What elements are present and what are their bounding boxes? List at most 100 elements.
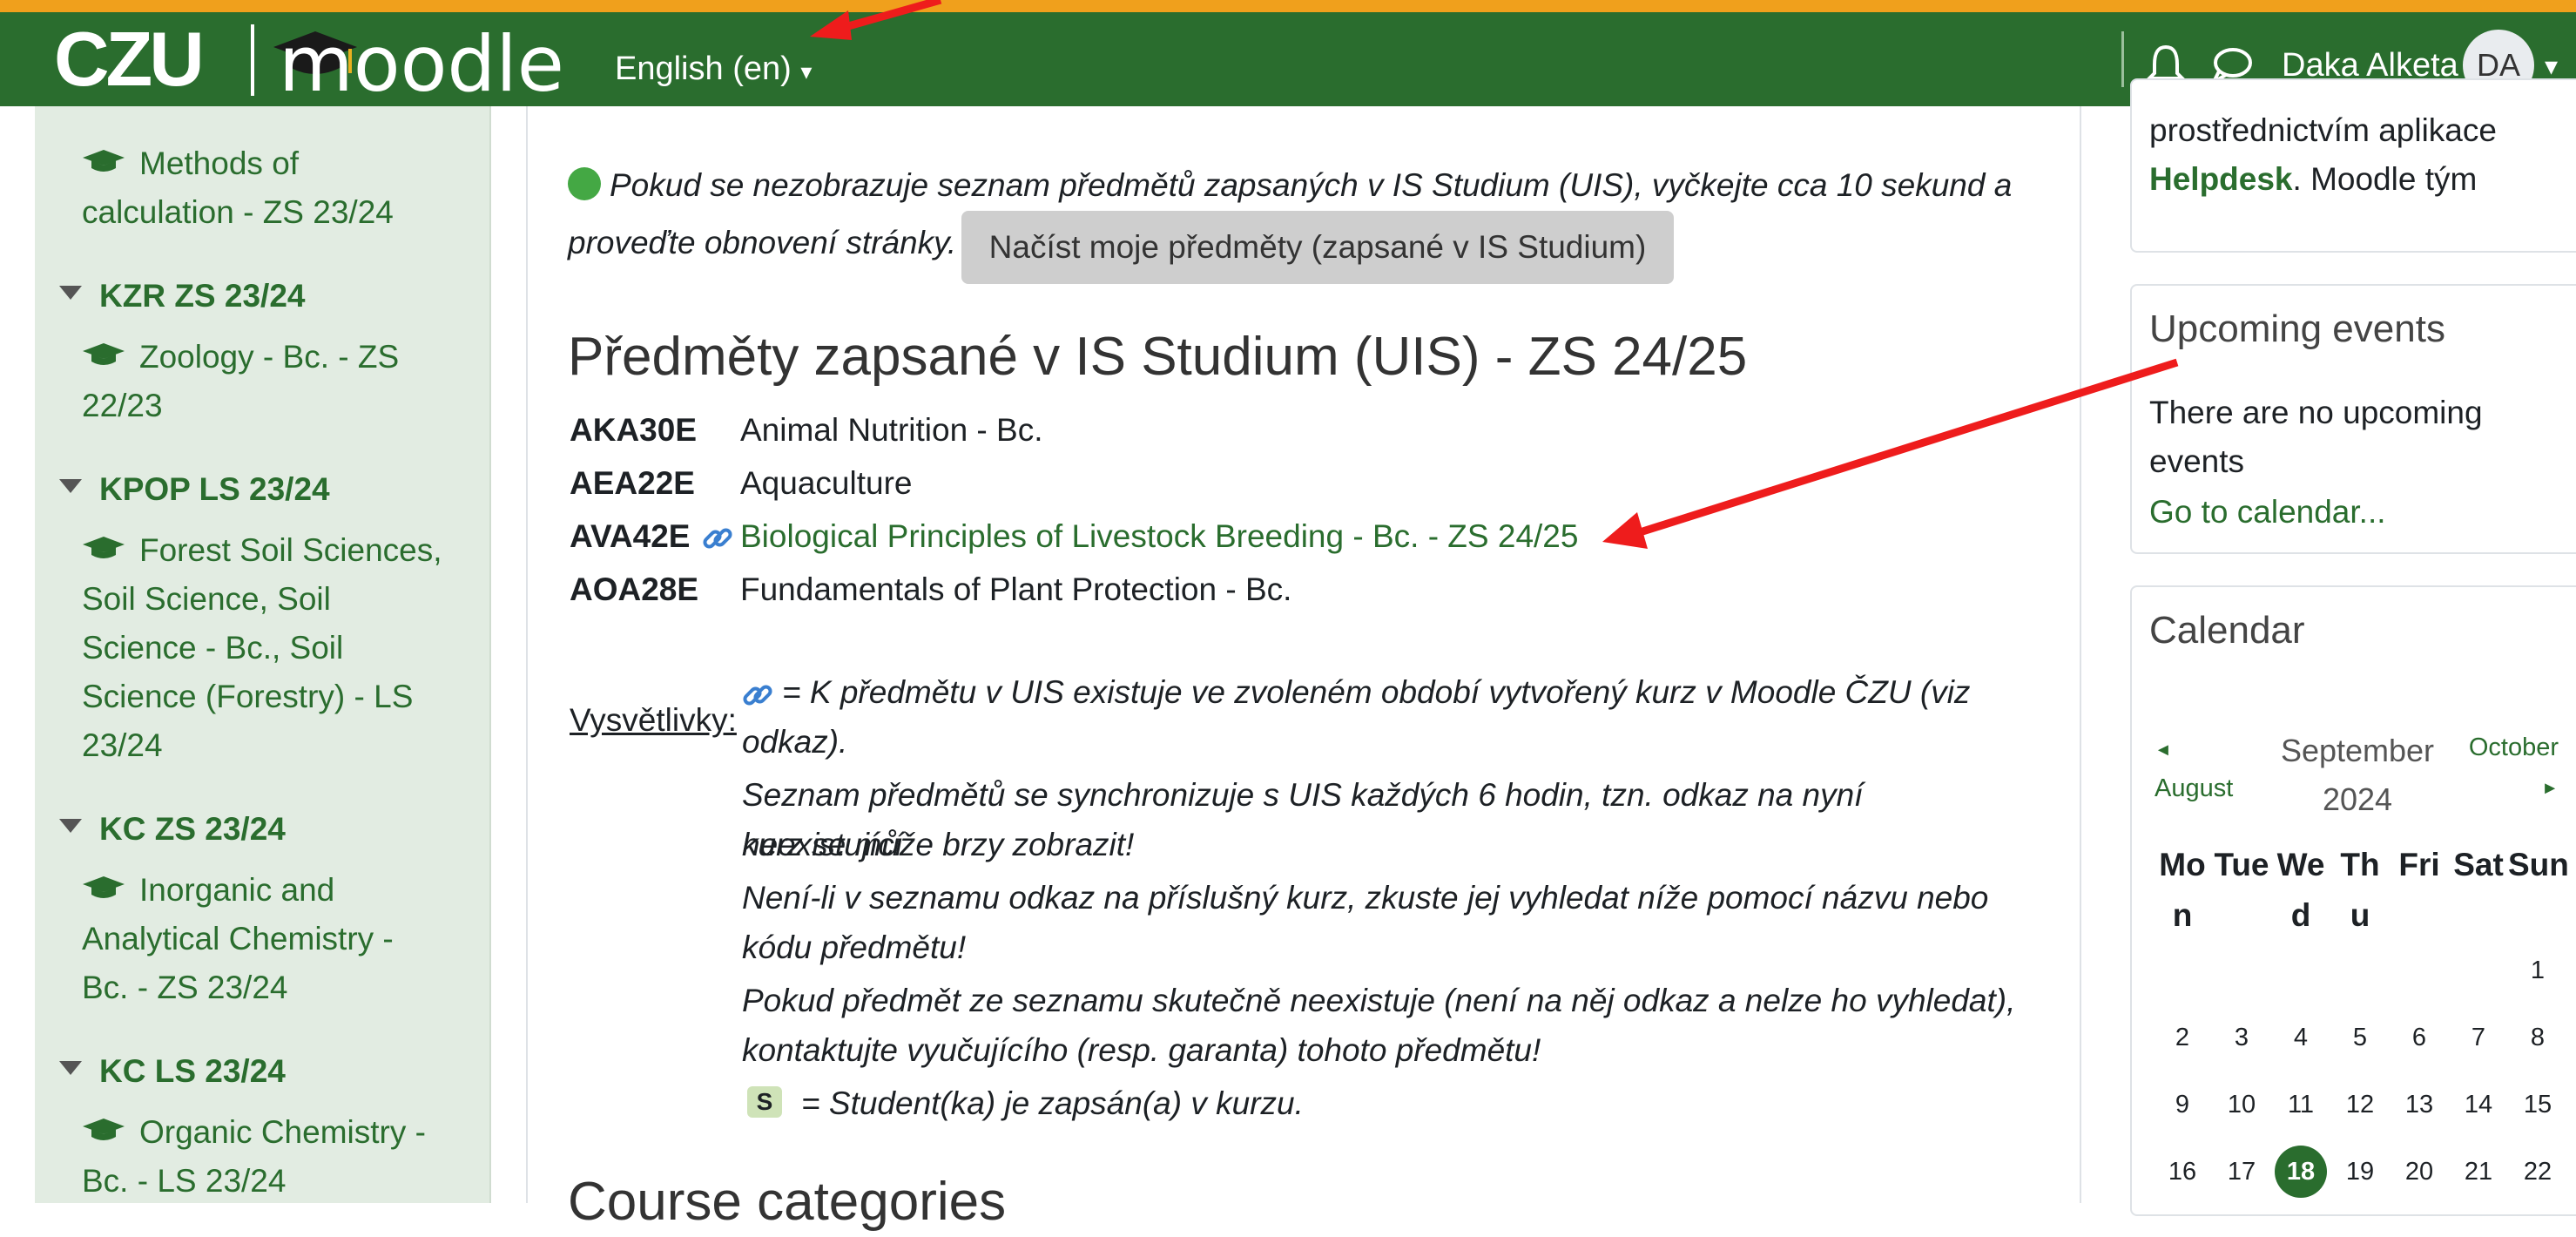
sidebar-course-link[interactable]: Zoology - Bc. - ZS 22/23: [82, 333, 482, 430]
sidebar-category-label: KC ZS 23/24: [99, 811, 286, 847]
weekday-label: Tue: [2214, 847, 2269, 882]
helpdesk-text: prostřednictvím aplikace Helpdesk. Moodl…: [2149, 106, 2497, 204]
legend-line: Není-li v seznamu odkaz na příslušný kur…: [742, 880, 1989, 916]
no-events-text: There are no upcoming events: [2149, 389, 2483, 486]
weekday-label: Th: [2340, 847, 2380, 882]
no-events-line-2: events: [2149, 443, 2245, 479]
load-courses-button[interactable]: Načíst moje předměty (zapsané v IS Studi…: [961, 211, 1674, 284]
calendar-day[interactable]: 12: [2334, 1078, 2386, 1131]
calendar-day[interactable]: 6: [2393, 1011, 2445, 1064]
course-link[interactable]: Biological Principles of Livestock Breed…: [740, 510, 1872, 563]
calendar-day[interactable]: 17: [2215, 1146, 2268, 1198]
moodle-logo[interactable]: moodle: [279, 21, 564, 108]
calendar-day[interactable]: 15: [2512, 1078, 2564, 1131]
top-accent-stripe: [0, 0, 2576, 12]
calendar-title: Calendar: [2149, 609, 2305, 652]
sidebar-category[interactable]: KC ZS 23/24: [59, 805, 286, 854]
czu-logo[interactable]: CZU: [54, 19, 205, 99]
go-to-calendar-link[interactable]: Go to calendar...: [2149, 488, 2386, 537]
calendar-day[interactable]: 16: [2156, 1146, 2208, 1198]
no-events-line-1: There are no upcoming: [2149, 395, 2483, 430]
sidebar-course-link[interactable]: Methods of calculation - ZS 23/24: [82, 139, 482, 237]
link-icon: [743, 685, 772, 706]
helpdesk-link[interactable]: Helpdesk: [2149, 161, 2293, 197]
course-row: AOA28E Fundamentals of Plant Protection -…: [570, 564, 2050, 616]
calendar-day[interactable]: 19: [2334, 1146, 2386, 1198]
course-row: AKA30E Animal Nutrition - Bc.: [570, 404, 2050, 456]
sidebar-course-label-line: 23/24: [82, 727, 163, 763]
expand-triangle-icon: [59, 286, 82, 301]
sidebar-course-label-line: 22/23: [82, 388, 163, 423]
legend-line: kódu předmětu!: [742, 929, 967, 965]
graduation-cap-icon: [83, 876, 125, 899]
calendar-weekday: We d: [2271, 840, 2330, 941]
next-month-label: October: [2468, 733, 2559, 761]
weekday-label: Mo: [2159, 847, 2206, 882]
language-menu[interactable]: English (en) ▾: [615, 30, 812, 111]
sidebar-course-link[interactable]: Forest Soil Sciences, Soil Science, Soil S…: [82, 526, 482, 770]
calendar-weekday: Fri: [2390, 840, 2449, 890]
legend-label: Vysvětlivky:: [570, 702, 737, 738]
course-name: Animal Nutrition - Bc.: [740, 412, 1043, 448]
calendar-day[interactable]: 1: [2512, 944, 2564, 997]
calendar-day[interactable]: 8: [2512, 1011, 2564, 1064]
calendar-day[interactable]: 5: [2334, 1011, 2386, 1064]
sidebar-course-label-line: Methods of: [139, 145, 300, 181]
sidebar-course-label-line: Forest Soil Sciences,: [139, 532, 442, 568]
calendar-day-today[interactable]: 18: [2275, 1146, 2327, 1198]
calendar-day[interactable]: 9: [2156, 1078, 2208, 1131]
calendar-day[interactable]: 11: [2275, 1078, 2327, 1131]
graduation-cap-icon: [83, 537, 125, 559]
legend-line: kurz se může brzy zobrazit!: [742, 827, 1135, 862]
language-label: English (en): [615, 51, 792, 87]
calendar-weekday: Tue: [2212, 840, 2271, 890]
expand-triangle-icon: [59, 1061, 82, 1076]
sidebar-course-label-line: Science (Forestry) - LS: [82, 679, 414, 714]
calendar-day[interactable]: 14: [2452, 1078, 2505, 1131]
calendar-day[interactable]: 13: [2393, 1078, 2445, 1131]
calendar-day[interactable]: 7: [2452, 1011, 2505, 1064]
current-month-name: September: [2280, 733, 2435, 768]
current-month: September 2024: [2264, 727, 2451, 824]
calendar-day[interactable]: 4: [2275, 1011, 2327, 1064]
sidebar-category[interactable]: KC LS 23/24: [59, 1047, 286, 1096]
enrolled-courses-title: Předměty zapsané v IS Studium (UIS) - ZS…: [568, 327, 1748, 387]
calendar-weekday: Mo n: [2153, 840, 2212, 941]
course-name: Fundamentals of Plant Protection - Bc.: [740, 571, 1292, 607]
course-row: AVA42E Biological Principles of Livestock…: [570, 510, 2050, 563]
current-year: 2024: [2322, 781, 2393, 817]
prev-arrow-icon: ◄: [2155, 740, 2172, 760]
sidebar-course-link[interactable]: Organic Chemistry - Bc. - LS 23/24: [82, 1108, 482, 1206]
calendar-day[interactable]: 3: [2215, 1011, 2268, 1064]
expand-triangle-icon: [59, 819, 82, 834]
check-circle-icon: [568, 167, 601, 201]
course-code: AOA28E: [570, 571, 699, 607]
sidebar-course-label-line: Zoology - Bc. - ZS: [139, 339, 400, 375]
calendar-day[interactable]: 21: [2452, 1146, 2505, 1198]
next-arrow-icon: ►: [2541, 779, 2559, 798]
s-legend-row: S = Student(ka) je zapsán(a) v kurzu.: [747, 1078, 2036, 1128]
sidebar-category-label: KZR ZS 23/24: [99, 278, 306, 314]
course-categories-title: Course categories: [568, 1172, 1007, 1232]
sidebar-category-label: KC LS 23/24: [99, 1053, 286, 1089]
legend-line: odkaz).: [742, 724, 848, 760]
logo-divider: [251, 24, 254, 96]
weekday-label: Sat: [2453, 847, 2504, 882]
calendar-day[interactable]: 10: [2215, 1078, 2268, 1131]
prev-month-link[interactable]: ◄ August: [2155, 728, 2233, 808]
calendar-day[interactable]: 2: [2156, 1011, 2208, 1064]
sidebar-category-label: KPOP LS 23/24: [99, 471, 330, 507]
calendar-day[interactable]: 22: [2512, 1146, 2564, 1198]
sidebar-category[interactable]: KPOP LS 23/24: [59, 465, 330, 514]
sidebar-course-link[interactable]: Inorganic and Analytical Chemistry - Bc. -…: [82, 866, 482, 1012]
calendar-day[interactable]: 20: [2393, 1146, 2445, 1198]
next-month-link[interactable]: October ►: [2454, 728, 2559, 808]
expand-triangle-icon: [59, 479, 82, 494]
link-icon: [703, 528, 732, 549]
sidebar-category[interactable]: KZR ZS 23/24: [59, 272, 305, 321]
legend-line: = K předmětu v UIS existuje ve zvoleném …: [782, 674, 1971, 710]
navbar-divider: [2121, 31, 2124, 87]
student-enrolled-badge: S: [747, 1086, 782, 1119]
sidebar-course-label-line: Inorganic and: [139, 872, 335, 908]
calendar-weekday: Th u: [2330, 840, 2390, 941]
